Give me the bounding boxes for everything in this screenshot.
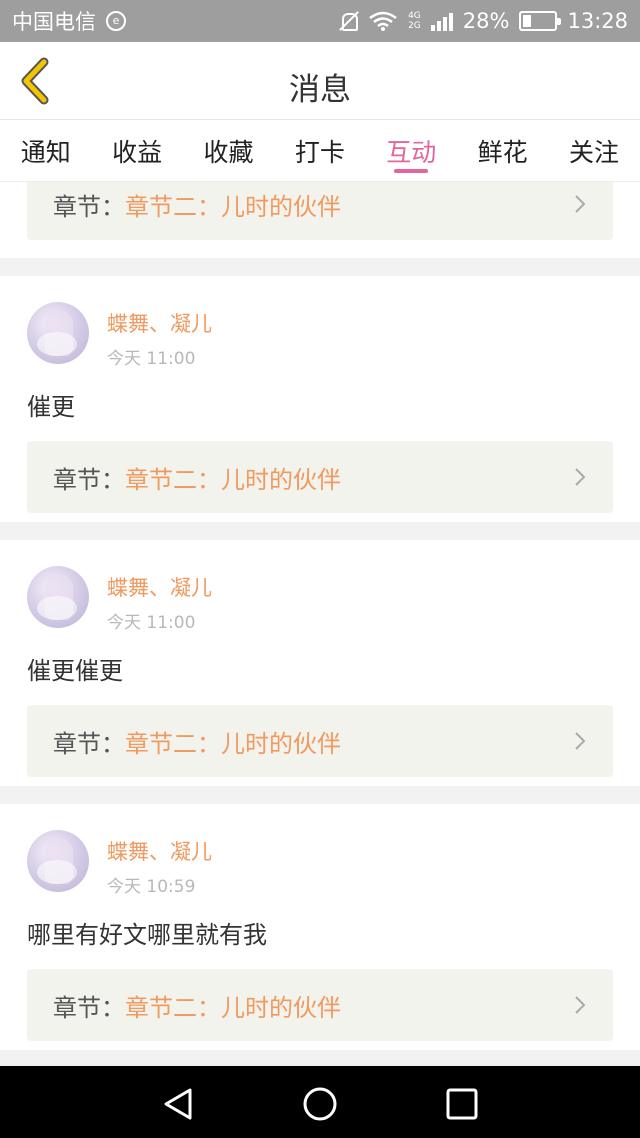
username[interactable]: 蝶舞、凝儿 [107,836,212,866]
message-card: 章节： 章节二：儿时的伙伴 [0,182,640,258]
chapter-label: 章节： [53,729,125,758]
signal-bars-icon [430,11,453,31]
tab-flowers[interactable]: 鲜花 [457,120,548,181]
message-time: 今天 10:59 [107,877,196,897]
message-card: 蝶舞、凝儿 今天 11:00 催更 章节： 章节二：儿时的伙伴 [0,276,640,522]
chapter-name: 章节二：儿时的伙伴 [125,993,341,1022]
tab-notice[interactable]: 通知 [0,120,91,181]
chapter-label: 章节： [53,993,125,1022]
network-type-bottom: 2G [408,21,421,31]
system-nav-bar [0,1066,640,1138]
message-time: 今天 11:00 [107,613,196,633]
carrier-group: 中国电信 e [12,6,126,36]
message-card: 蝶舞、凝儿 今天 11:00 催更催更 章节： 章节二：儿时的伙伴 [0,540,640,786]
message-text: 催更 [27,393,75,421]
message-list: 章节： 章节二：儿时的伙伴 蝶舞、凝儿 今天 11:00 催更 章节： 章节二：… [0,182,640,1066]
chevron-right-icon [575,732,586,750]
app-header: 消息 [0,42,640,120]
tab-following[interactable]: 关注 [548,120,639,181]
chapter-name: 章节二：儿时的伙伴 [125,465,341,494]
username[interactable]: 蝶舞、凝儿 [107,572,212,602]
clock: 13:28 [567,9,628,33]
chevron-right-icon [575,996,586,1014]
battery-icon [519,11,562,31]
tab-checkin[interactable]: 打卡 [274,120,365,181]
page-title: 消息 [289,72,351,108]
carrier-name: 中国电信 [12,10,96,34]
tab-favorites[interactable]: 收藏 [183,120,274,181]
user-row: 蝶舞、凝儿 今天 10:59 [27,830,613,897]
status-bar: 中国电信 e 4G 2G 28% 13:28 [0,0,640,42]
mute-icon [338,10,359,32]
user-meta: 蝶舞、凝儿 今天 11:00 [107,566,212,633]
chapter-link[interactable]: 章节： 章节二：儿时的伙伴 [27,182,613,240]
user-meta: 蝶舞、凝儿 今天 10:59 [107,830,212,897]
tab-interaction[interactable]: 互动 [366,120,457,181]
avatar[interactable] [27,566,89,628]
chapter-link[interactable]: 章节： 章节二：儿时的伙伴 [27,705,613,777]
chapter-link[interactable]: 章节： 章节二：儿时的伙伴 [27,969,613,1041]
chevron-right-icon [575,195,586,213]
tab-bar: 通知 收益 收藏 打卡 互动 鲜花 关注 [0,120,640,182]
avatar[interactable] [27,830,89,892]
message-text: 催更催更 [27,657,123,685]
chapter-name: 章节二：儿时的伙伴 [125,192,341,221]
user-row: 蝶舞、凝儿 今天 11:00 [27,302,613,369]
tab-earnings[interactable]: 收益 [91,120,182,181]
signal-badge-icon: e [106,11,126,31]
message-time: 今天 11:00 [107,349,196,369]
chapter-label: 章节： [53,465,125,494]
recents-square-icon[interactable] [442,1084,482,1124]
battery-percent: 28% [462,9,510,33]
chapter-name: 章节二：儿时的伙伴 [125,729,341,758]
user-meta: 蝶舞、凝儿 今天 11:00 [107,302,212,369]
status-icons: 4G 2G 28% 13:28 [338,9,628,33]
message-text: 哪里有好文哪里就有我 [27,921,267,949]
user-row: 蝶舞、凝儿 今天 11:00 [27,566,613,633]
chevron-right-icon [575,468,586,486]
network-type-icon: 4G 2G [408,11,421,31]
username[interactable]: 蝶舞、凝儿 [107,308,212,338]
network-type-top: 4G [408,11,421,21]
avatar[interactable] [27,302,89,364]
wifi-icon [369,11,397,31]
message-card: 蝶舞、凝儿 今天 10:59 哪里有好文哪里就有我 章节： 章节二：儿时的伙伴 [0,804,640,1050]
home-circle-icon[interactable] [300,1084,340,1124]
chapter-label: 章节： [53,192,125,221]
back-triangle-icon[interactable] [158,1084,198,1124]
chapter-link[interactable]: 章节： 章节二：儿时的伙伴 [27,441,613,513]
